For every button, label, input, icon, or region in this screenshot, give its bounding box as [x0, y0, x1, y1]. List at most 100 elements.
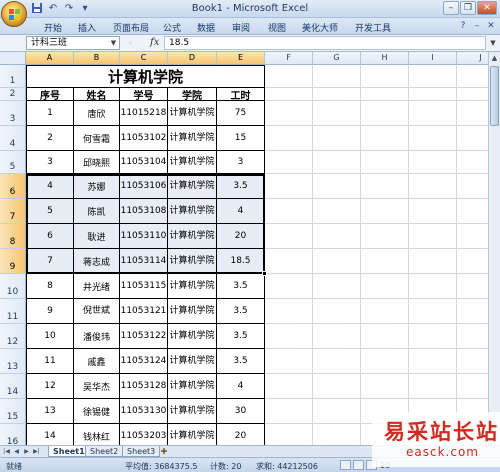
insert-function-icon[interactable]: fx	[150, 37, 159, 48]
table-cell[interactable]: 3	[217, 151, 265, 174]
column-header-F[interactable]: F	[265, 52, 313, 65]
table-cell[interactable]: 陈凯	[74, 199, 120, 224]
row-header-1[interactable]: 1	[0, 65, 26, 88]
table-cell[interactable]: 11053128	[120, 374, 168, 399]
table-header-cell[interactable]: 学号	[120, 88, 168, 101]
normal-view-icon[interactable]	[340, 460, 351, 470]
tab-page-layout[interactable]: 页面布局	[113, 21, 149, 34]
sheet-tab-1[interactable]: Sheet1	[48, 446, 90, 457]
table-cell[interactable]: 计算机学院	[168, 224, 217, 249]
row-header-7[interactable]: 7	[0, 199, 26, 224]
table-header-cell[interactable]: 序号	[26, 88, 74, 101]
name-box-dropdown-icon[interactable]: ▼	[108, 37, 119, 49]
expand-formula-bar-icon[interactable]: ▼	[488, 37, 498, 49]
table-cell[interactable]: 20	[217, 224, 265, 249]
prev-sheet-icon[interactable]: ◀	[12, 446, 21, 457]
table-cell[interactable]: 计算机学院	[168, 174, 217, 199]
table-cell[interactable]: 11053102	[120, 126, 168, 151]
close-workbook-icon[interactable]: ✕	[485, 20, 497, 32]
help-icon[interactable]: ?	[457, 20, 469, 32]
table-cell[interactable]: 计算机学院	[168, 424, 217, 445]
column-header-A[interactable]: A	[26, 52, 74, 65]
tab-view[interactable]: 视图	[268, 21, 286, 34]
fill-handle[interactable]	[262, 271, 267, 276]
row-header-6[interactable]: 6	[0, 174, 26, 199]
row-header-3[interactable]: 3	[0, 101, 26, 126]
table-cell[interactable]: 计算机学院	[168, 399, 217, 424]
table-cell[interactable]: 吴华杰	[74, 374, 120, 399]
insert-sheet-icon[interactable]: ✚	[157, 446, 171, 457]
table-cell[interactable]: 4	[26, 174, 74, 199]
table-cell[interactable]: 11053115	[120, 274, 168, 299]
table-cell[interactable]: 计算机学院	[168, 151, 217, 174]
table-cell[interactable]: 12	[26, 374, 74, 399]
close-button[interactable]: ✕	[477, 1, 497, 15]
table-cell[interactable]: 邱晓熙	[74, 151, 120, 174]
table-cell[interactable]: 11053110	[120, 224, 168, 249]
row-header-11[interactable]: 11	[0, 299, 26, 324]
next-sheet-icon[interactable]: ▶	[22, 446, 31, 457]
scrollbar-thumb[interactable]	[490, 66, 499, 126]
table-cell[interactable]: 1	[26, 101, 74, 126]
table-cell[interactable]: 唐欣	[74, 101, 120, 126]
name-box[interactable]: 计科三班 ▼	[26, 36, 120, 50]
table-cell[interactable]: 3	[26, 151, 74, 174]
table-cell[interactable]: 11	[26, 349, 74, 374]
table-cell[interactable]: 13	[26, 399, 74, 424]
table-cell[interactable]: 3.5	[217, 174, 265, 199]
table-cell[interactable]: 10	[26, 324, 74, 349]
row-header-16[interactable]: 16	[0, 424, 26, 445]
table-cell[interactable]: 30	[217, 399, 265, 424]
table-cell[interactable]: 3.5	[217, 274, 265, 299]
table-cell[interactable]: 钱林红	[74, 424, 120, 445]
tab-home[interactable]: 开始	[44, 21, 62, 34]
column-header-B[interactable]: B	[74, 52, 120, 65]
row-header-10[interactable]: 10	[0, 274, 26, 299]
row-header-13[interactable]: 13	[0, 349, 26, 374]
table-cell[interactable]: 15	[217, 126, 265, 151]
table-header-cell[interactable]: 学院	[168, 88, 217, 101]
table-cell[interactable]: 11053106	[120, 174, 168, 199]
column-header-E[interactable]: E	[217, 52, 265, 65]
table-cell[interactable]: 计算机学院	[168, 249, 217, 274]
column-header-D[interactable]: D	[168, 52, 217, 65]
table-cell[interactable]: 戚鑫	[74, 349, 120, 374]
row-header-15[interactable]: 15	[0, 399, 26, 424]
row-header-5[interactable]: 5	[0, 151, 26, 174]
table-cell[interactable]: 耿进	[74, 224, 120, 249]
table-cell[interactable]: 18.5	[217, 249, 265, 274]
restore-button[interactable]: ❐	[460, 1, 476, 15]
table-cell[interactable]: 14	[26, 424, 74, 445]
table-cell[interactable]: 计算机学院	[168, 324, 217, 349]
table-cell[interactable]: 计算机学院	[168, 126, 217, 151]
table-cell[interactable]: 苏娜	[74, 174, 120, 199]
table-cell[interactable]: 计算机学院	[168, 101, 217, 126]
row-header-8[interactable]: 8	[0, 224, 26, 249]
table-cell[interactable]: 11053124	[120, 349, 168, 374]
table-cell[interactable]: 11053114	[120, 249, 168, 274]
tab-data[interactable]: 数据	[197, 21, 215, 34]
first-sheet-icon[interactable]: |◀	[2, 446, 11, 457]
table-cell[interactable]: 倪世斌	[74, 299, 120, 324]
table-cell[interactable]: 何雪霜	[74, 126, 120, 151]
table-cell[interactable]: 3.5	[217, 349, 265, 374]
worksheet-grid[interactable]: A B C D E F G H I J 1 2 3 4 5 6 7 8 9 10 11 12 13 14 15 16 计算机学院 序号…	[0, 52, 500, 445]
column-header-C[interactable]: C	[120, 52, 168, 65]
table-cell[interactable]: 蒋志成	[74, 249, 120, 274]
table-cell[interactable]: 计算机学院	[168, 299, 217, 324]
table-cell[interactable]: 计算机学院	[168, 374, 217, 399]
table-cell[interactable]: 8	[26, 274, 74, 299]
table-cell[interactable]: 徐锡健	[74, 399, 120, 424]
row-header-12[interactable]: 12	[0, 324, 26, 349]
table-cell[interactable]: 4	[217, 199, 265, 224]
table-cell[interactable]: 计算机学院	[168, 199, 217, 224]
sheet-tab-2[interactable]: Sheet2	[85, 446, 124, 457]
table-cell[interactable]: 11053203	[120, 424, 168, 445]
tab-insert[interactable]: 插入	[78, 21, 96, 34]
table-cell[interactable]: 6	[26, 224, 74, 249]
table-cell[interactable]: 11053104	[120, 151, 168, 174]
table-cell[interactable]: 井光绪	[74, 274, 120, 299]
page-layout-view-icon[interactable]	[353, 460, 364, 470]
tab-formulas[interactable]: 公式	[163, 21, 181, 34]
table-cell[interactable]: 11053108	[120, 199, 168, 224]
